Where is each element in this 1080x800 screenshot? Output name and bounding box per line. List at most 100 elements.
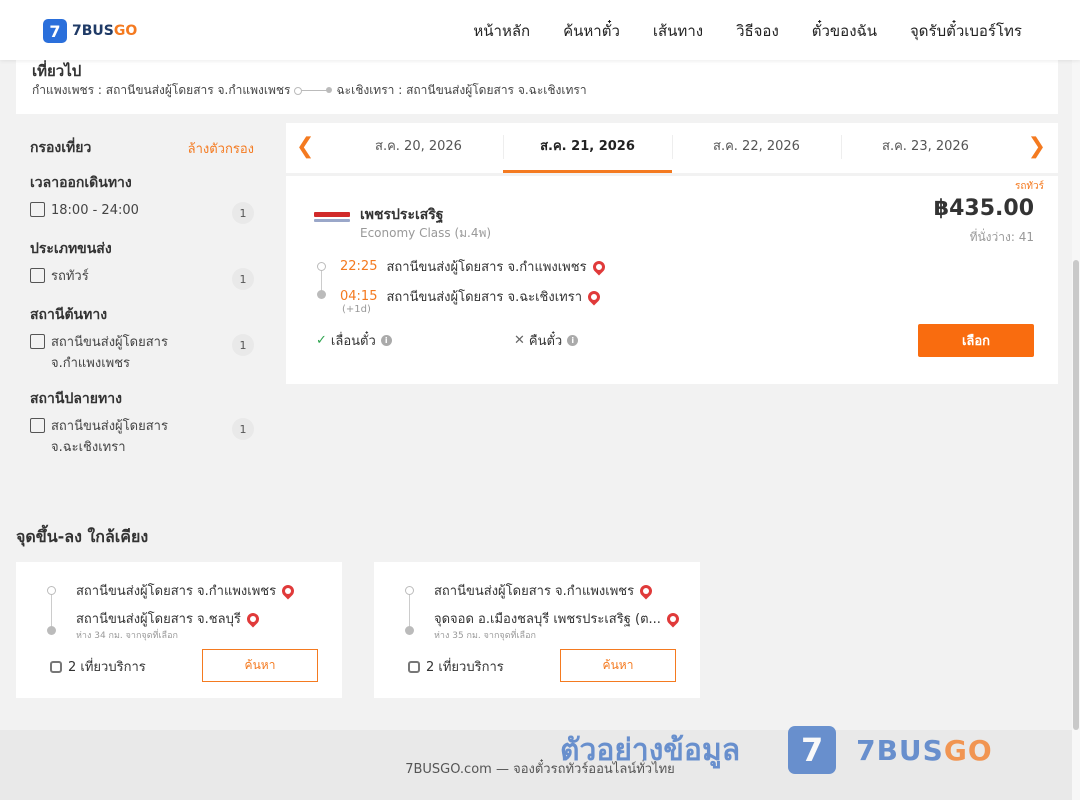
ticket-price: ฿435.00 (933, 196, 1034, 221)
nearby-distance: ห่าง 34 กม. จากจุดที่เลือก (76, 631, 178, 641)
filter-option[interactable]: 18:00 - 24:00 1 (30, 200, 254, 224)
map-pin-icon[interactable] (637, 582, 655, 599)
arrival-time: 04:15 (340, 289, 378, 304)
date-tab[interactable]: ส.ค. 20, 2026 (334, 123, 503, 173)
trip-count: 2 เที่ยวบริการ (408, 656, 504, 677)
filter-option-label: 18:00 - 24:00 (51, 203, 139, 218)
nav-routes[interactable]: เส้นทาง (653, 19, 703, 43)
chevron-right-icon[interactable]: ❯ (1028, 134, 1046, 159)
clear-filter-link[interactable]: ล้างตัวกรอง (188, 138, 254, 159)
watermark-text: ตัวอย่างข้อมูล (560, 732, 741, 768)
nav-how-to-book[interactable]: วิธีจอง (736, 19, 779, 43)
cross-icon: ✕ (514, 333, 525, 348)
checkbox[interactable] (30, 202, 45, 217)
arrival-stop: 04:15 สถานีขนส่งผู้โดยสาร จ.ฉะเชิงเทรา (340, 286, 603, 307)
nav-ticket-points[interactable]: จุดรับตั๋วเบอร์โทร (910, 19, 1022, 43)
route-destination: ฉะเชิงเทรา : สถานีขนส่งผู้โดยสาร จ.ฉะเชิ… (336, 83, 587, 97)
date-tab-active[interactable]: ส.ค. 21, 2026 (503, 123, 672, 173)
filter-count-badge: 1 (232, 418, 254, 440)
filter-option-label: รถทัวร์ (51, 269, 89, 284)
timeline-line (51, 590, 52, 630)
refund-policy: ✕ คืนตั๋ว i (514, 330, 579, 351)
trip-header: เที่ยวไป กำแพงเพชร : สถานีขนส่งผู้โดยสาร… (16, 60, 1058, 114)
origin-dot-icon (405, 586, 414, 595)
filter-header: กรองเที่ยว ล้างตัวกรอง (16, 128, 268, 168)
filter-option-label: สถานีขนส่งผู้โดยสาร จ.ฉะเชิงเทรา (51, 419, 168, 455)
filter-title: กรองเที่ยว (30, 140, 92, 156)
nearby-distance: ห่าง 35 กม. จากจุดที่เลือก (434, 631, 536, 641)
chevron-left-icon[interactable]: ❮ (296, 134, 314, 159)
reschedule-label: เลื่อนตั๋ว (330, 334, 376, 349)
operator-logo (314, 212, 350, 224)
destination-dot-icon (405, 626, 414, 635)
filter-count-badge: 1 (232, 202, 254, 224)
seats-available: ที่นั่งว่าง: 41 (969, 230, 1034, 244)
filter-group-title: เวลาออกเดินทาง (30, 175, 132, 191)
nav-home[interactable]: หน้าหลัก (473, 19, 530, 43)
filter-group-title: สถานีปลายทาง (30, 391, 122, 407)
refund-label: คืนตั๋ว (528, 334, 563, 349)
check-icon: ✓ (316, 333, 327, 348)
trip-count: 2 เที่ยวบริการ (50, 656, 146, 677)
select-trip-button[interactable]: เลือก (918, 324, 1034, 357)
destination-dot-icon (47, 626, 56, 635)
route-line-icon (294, 87, 333, 95)
checkbox[interactable] (30, 268, 45, 283)
departure-station: สถานีขนส่งผู้โดยสาร จ.กำแพงเพชร (386, 260, 587, 275)
map-pin-icon[interactable] (664, 610, 682, 627)
nav-my-tickets[interactable]: ตั๋วของฉัน (812, 19, 877, 43)
nearby-card: สถานีขนส่งผู้โดยสาร จ.กำแพงเพชร จุดจอด อ… (374, 562, 700, 698)
filter-sidebar: กรองเที่ยว ล้างตัวกรอง เวลาออกเดินทาง 18… (16, 128, 268, 472)
reschedule-policy: ✓ เลื่อนตั๋ว i (316, 330, 392, 351)
arrival-station: สถานีขนส่งผู้โดยสาร จ.ฉะเชิงเทรา (386, 290, 583, 305)
scrollbar-thumb[interactable] (1073, 260, 1079, 730)
top-navbar: 7 7BUSGO หน้าหลัก ค้นหาตั๋ว เส้นทาง วิธี… (0, 0, 1080, 60)
departure-stop: 22:25 สถานีขนส่งผู้โดยสาร จ.กำแพงเพชร (340, 256, 608, 277)
map-pin-icon[interactable] (590, 258, 608, 275)
filter-option-label: สถานีขนส่งผู้โดยสาร จ.กำแพงเพชร (51, 335, 168, 371)
nearby-search-button[interactable]: ค้นหา (560, 649, 676, 682)
logo-text: 7BUSGO (72, 23, 138, 39)
info-icon[interactable]: i (380, 335, 392, 346)
filter-option[interactable]: สถานีขนส่งผู้โดยสาร จ.ฉะเชิงเทรา 1 (30, 416, 254, 458)
brand-logo[interactable]: 7 7BUSGO (43, 19, 137, 43)
filter-count-badge: 1 (232, 334, 254, 356)
info-icon[interactable]: i (567, 335, 579, 346)
route-origin: กำแพงเพชร : สถานีขนส่งผู้โดยสาร จ.กำแพงเ… (32, 83, 291, 97)
main-nav: หน้าหลัก ค้นหาตั๋ว เส้นทาง วิธีจอง ตั๋วข… (473, 19, 1022, 43)
operator-name: เพชรประเสริฐ (360, 207, 444, 223)
filter-option[interactable]: รถทัวร์ 1 (30, 266, 254, 290)
filter-option[interactable]: สถานีขนส่งผู้โดยสาร จ.กำแพงเพชร 1 (30, 332, 254, 374)
filter-group-origin-station: สถานีต้นทาง สถานีขนส่งผู้โดยสาร จ.กำแพงเ… (16, 304, 268, 374)
logo-badge: 7 (43, 19, 67, 43)
date-tab[interactable]: ส.ค. 22, 2026 (672, 123, 841, 173)
map-pin-icon[interactable] (279, 582, 297, 599)
nearby-destination: จุดจอด อ.เมืองชลบุรี เพชรประเสริฐ (ต... (434, 608, 682, 629)
page-scrollbar[interactable] (1072, 0, 1080, 800)
checkbox[interactable] (30, 418, 45, 433)
departure-time: 22:25 (340, 259, 378, 274)
nearby-card: สถานีขนส่งผู้โดยสาร จ.กำแพงเพชร สถานีขนส… (16, 562, 342, 698)
trip-direction-title: เที่ยวไป (32, 62, 82, 80)
filter-group-departure-time: เวลาออกเดินทาง 18:00 - 24:00 1 (16, 172, 268, 224)
map-pin-icon[interactable] (244, 610, 262, 627)
nearby-destination: สถานีขนส่งผู้โดยสาร จ.ชลบุรี (76, 608, 262, 629)
vehicle-type-tag: รถทัวร์ (1014, 181, 1044, 192)
bus-icon (408, 660, 420, 673)
nearby-origin: สถานีขนส่งผู้โดยสาร จ.กำแพงเพชร (76, 580, 297, 601)
destination-dot-icon (317, 290, 326, 299)
seat-class: Economy Class (ม.4พ) (360, 226, 492, 240)
filter-group-title: สถานีต้นทาง (30, 307, 108, 323)
nearby-origin: สถานีขนส่งผู้โดยสาร จ.กำแพงเพชร (434, 580, 655, 601)
filter-group-title: ประเภทขนส่ง (30, 241, 112, 257)
next-day-marker: (+1d) (342, 304, 371, 315)
filter-group-transport-type: ประเภทขนส่ง รถทัวร์ 1 (16, 238, 268, 290)
checkbox[interactable] (30, 334, 45, 349)
sample-watermark: ตัวอย่างข้อมูล 7 7BUSGO (560, 726, 993, 774)
date-tab[interactable]: ส.ค. 23, 2026 (841, 123, 1010, 173)
nav-search-ticket[interactable]: ค้นหาตั๋ว (563, 19, 620, 43)
filter-count-badge: 1 (232, 268, 254, 290)
nearby-search-button[interactable]: ค้นหา (202, 649, 318, 682)
map-pin-icon[interactable] (585, 288, 603, 305)
watermark-logo-badge: 7 (788, 726, 837, 774)
